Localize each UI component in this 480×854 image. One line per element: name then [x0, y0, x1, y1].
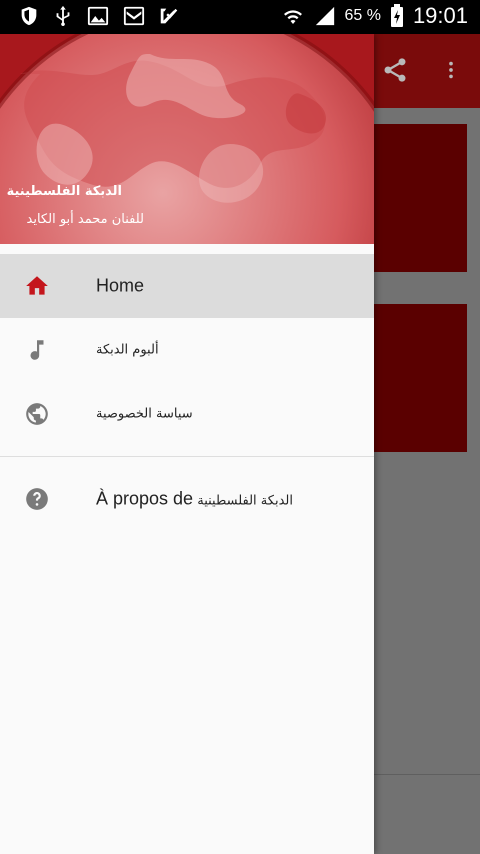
divider — [370, 774, 480, 775]
shield-icon — [21, 6, 37, 26]
navigation-drawer: الدبكة الفلسطينية للفنان محمد أبو الكايد… — [0, 34, 374, 854]
help-icon — [26, 488, 48, 510]
usb-icon — [56, 5, 70, 27]
drawer-header: الدبكة الفلسطينية للفنان محمد أبو الكايد — [0, 34, 374, 244]
menu-item-label: ألبوم الدبكة — [96, 342, 159, 358]
wifi-icon — [284, 10, 303, 24]
menu-divider — [0, 456, 374, 457]
drawer-title: الدبكة الفلسطينية — [6, 184, 122, 199]
battery-percent: 65 % — [344, 7, 381, 24]
battery-charging-icon — [390, 4, 403, 27]
about-prefix: À propos de — [96, 488, 194, 509]
menu-item-album[interactable]: ألبوم الدبكة — [0, 318, 374, 382]
status-bar: 65 % 19:01 — [0, 0, 480, 34]
menu-item-label: سياسة الخصوصية — [96, 406, 193, 422]
globe-icon — [26, 403, 48, 425]
menu-item-label: Home — [96, 275, 145, 296]
menu-item-label: À propos de الدبكة الفلسطينية — [96, 489, 293, 510]
home-icon — [26, 276, 48, 295]
drawer-menu: Home ألبوم الدبكة سياسة الخصوصية À propo… — [0, 254, 374, 531]
image-icon — [87, 6, 109, 26]
signal-icon — [316, 6, 335, 26]
check-badge-icon — [160, 8, 178, 24]
music-note-icon — [30, 340, 44, 360]
menu-item-home[interactable]: Home — [0, 254, 374, 318]
drawer-subtitle: للفنان محمد أبو الكايد — [26, 212, 144, 227]
share-icon[interactable] — [381, 56, 409, 84]
about-app-name: الدبكة الفلسطينية — [197, 493, 293, 509]
notification-icons — [18, 5, 180, 27]
menu-item-privacy[interactable]: سياسة الخصوصية — [0, 382, 374, 446]
more-vert-icon[interactable] — [440, 56, 462, 84]
clock: 19:01 — [412, 3, 468, 28]
menu-item-about[interactable]: À propos de الدبكة الفلسطينية — [0, 467, 374, 531]
mail-icon — [123, 6, 145, 26]
